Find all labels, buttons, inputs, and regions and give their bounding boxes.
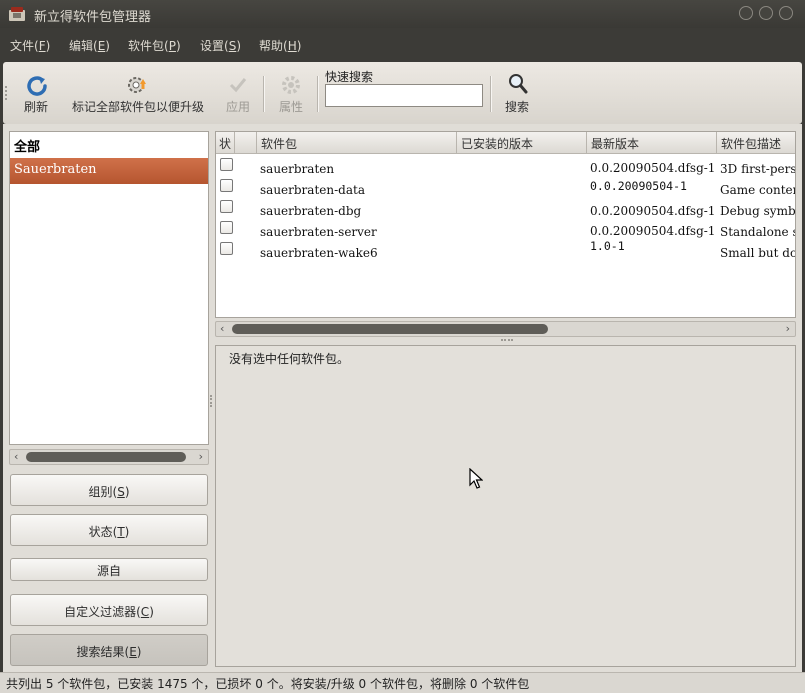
scrollbar-thumb[interactable] bbox=[232, 324, 548, 334]
custom-filters-button[interactable]: 自定义过滤器(C) bbox=[10, 594, 208, 626]
package-checkbox[interactable] bbox=[220, 242, 233, 255]
properties-button[interactable]: 属性 bbox=[273, 62, 309, 124]
package-name: sauerbraten-dbg bbox=[260, 204, 362, 218]
scroll-left-icon[interactable]: ‹ bbox=[220, 322, 224, 335]
column-header-description[interactable]: 软件包描述 bbox=[717, 132, 795, 154]
package-description: Standalone se bbox=[720, 225, 795, 239]
gear-icon bbox=[282, 76, 300, 94]
package-name: sauerbraten-data bbox=[260, 183, 365, 197]
scroll-right-icon[interactable]: › bbox=[199, 450, 203, 463]
package-checkbox[interactable] bbox=[220, 200, 233, 213]
table-row[interactable]: sauerbraten-wake6 1.0-1 Small but doo bbox=[216, 239, 795, 261]
scrollbar-thumb[interactable] bbox=[26, 452, 186, 462]
gear-upgrade-icon bbox=[128, 77, 146, 93]
minimize-icon[interactable] bbox=[739, 6, 753, 20]
status-text: 共列出 5 个软件包，已安装 1475 个，已损坏 0 个。将安装/升级 0 个… bbox=[6, 677, 530, 691]
latest-version: 0.0.20090504.dfsg-1 bbox=[590, 204, 715, 218]
pane-splitter[interactable] bbox=[501, 339, 513, 342]
mouse-cursor-icon bbox=[469, 468, 483, 489]
filter-item-all[interactable]: 全部 bbox=[10, 132, 208, 158]
status-button[interactable]: 状态(T) bbox=[10, 514, 208, 546]
description-pane: 没有选中任何软件包。 bbox=[215, 345, 796, 667]
toolbar: 刷新 标记全部软件包以便升级 应用 属性 快速搜索 搜索 bbox=[3, 62, 802, 124]
toolbar-separator bbox=[263, 76, 265, 112]
close-icon[interactable] bbox=[779, 6, 793, 20]
package-checkbox[interactable] bbox=[220, 221, 233, 234]
column-header-icon[interactable] bbox=[235, 132, 257, 154]
table-row[interactable]: sauerbraten-dbg 0.0.20090504.dfsg-1 Debu… bbox=[216, 198, 795, 219]
package-table-hscrollbar[interactable]: ‹ › bbox=[215, 321, 796, 337]
checkmark-icon bbox=[229, 78, 247, 93]
package-name: sauerbraten bbox=[260, 162, 335, 176]
latest-version: 0.0.20090504-1 bbox=[590, 179, 687, 193]
filter-item-sauerbraten[interactable]: Sauerbraten bbox=[10, 158, 208, 184]
column-header-latest-version[interactable]: 最新版本 bbox=[587, 132, 717, 154]
filter-list-hscrollbar[interactable]: ‹ › bbox=[9, 449, 209, 465]
menu-bar: 文件(F) 编辑(E) 软件包(P) 设置(S) 帮助(H) bbox=[0, 28, 805, 60]
toolbar-separator bbox=[490, 76, 492, 112]
table-row[interactable]: sauerbraten-server 0.0.20090504.dfsg-1 S… bbox=[216, 219, 795, 240]
package-description: 3D first-person bbox=[720, 162, 795, 176]
no-selection-message: 没有选中任何软件包。 bbox=[229, 352, 350, 366]
status-bar: 共列出 5 个软件包，已安装 1475 个，已损坏 0 个。将安装/升级 0 个… bbox=[0, 672, 805, 693]
package-checkbox[interactable] bbox=[220, 158, 233, 171]
search-results-button[interactable]: 搜索结果(E) bbox=[10, 634, 208, 666]
package-name: sauerbraten-wake6 bbox=[260, 246, 378, 260]
refresh-button[interactable]: 刷新 bbox=[17, 62, 55, 124]
refresh-icon bbox=[27, 76, 47, 96]
toolbar-separator bbox=[317, 76, 319, 112]
scroll-right-icon[interactable]: › bbox=[786, 322, 790, 335]
toolbar-grip[interactable] bbox=[5, 86, 9, 100]
scroll-left-icon[interactable]: ‹ bbox=[14, 450, 18, 463]
column-header-installed-version[interactable]: 已安装的版本 bbox=[457, 132, 587, 154]
mark-all-upgrades-button[interactable]: 标记全部软件包以便升级 bbox=[65, 62, 211, 124]
search-icon bbox=[509, 74, 528, 94]
column-header-status[interactable]: 状 bbox=[216, 132, 235, 154]
title-bar: 新立得软件包管理器 bbox=[0, 0, 805, 28]
pane-splitter[interactable] bbox=[210, 395, 213, 407]
latest-version: 1.0-1 bbox=[590, 239, 625, 253]
package-description: Small but doo bbox=[720, 246, 795, 260]
window-title: 新立得软件包管理器 bbox=[34, 10, 152, 25]
package-name: sauerbraten-server bbox=[260, 225, 377, 239]
filter-list[interactable]: 全部 Sauerbraten bbox=[9, 131, 209, 445]
package-table[interactable]: 状 软件包 已安装的版本 最新版本 软件包描述 sauerbraten 0.0.… bbox=[215, 131, 796, 318]
table-row[interactable]: sauerbraten 0.0.20090504.dfsg-1 3D first… bbox=[216, 156, 795, 177]
menu-help[interactable]: 帮助(H) bbox=[259, 37, 301, 54]
app-icon bbox=[9, 7, 25, 21]
column-header-package[interactable]: 软件包 bbox=[257, 132, 457, 154]
menu-settings[interactable]: 设置(S) bbox=[200, 37, 241, 54]
quick-search-label: 快速搜索 bbox=[325, 70, 374, 84]
latest-version: 0.0.20090504.dfsg-1 bbox=[590, 224, 715, 238]
package-description: Debug symbols bbox=[720, 204, 795, 218]
menu-edit[interactable]: 编辑(E) bbox=[69, 37, 110, 54]
apply-button[interactable]: 应用 bbox=[221, 62, 255, 124]
quick-search-input[interactable] bbox=[325, 84, 483, 107]
package-description: Game content bbox=[720, 183, 795, 197]
menu-file[interactable]: 文件(F) bbox=[10, 37, 50, 54]
groups-button[interactable]: 组别(S) bbox=[10, 474, 208, 506]
origin-button[interactable]: 源自 bbox=[10, 558, 208, 581]
menu-package[interactable]: 软件包(P) bbox=[128, 37, 181, 54]
table-row[interactable]: sauerbraten-data 0.0.20090504-1 Game con… bbox=[216, 177, 795, 198]
maximize-icon[interactable] bbox=[759, 6, 773, 20]
search-button[interactable]: 搜索 bbox=[499, 62, 535, 124]
package-checkbox[interactable] bbox=[220, 179, 233, 192]
latest-version: 0.0.20090504.dfsg-1 bbox=[590, 161, 715, 175]
